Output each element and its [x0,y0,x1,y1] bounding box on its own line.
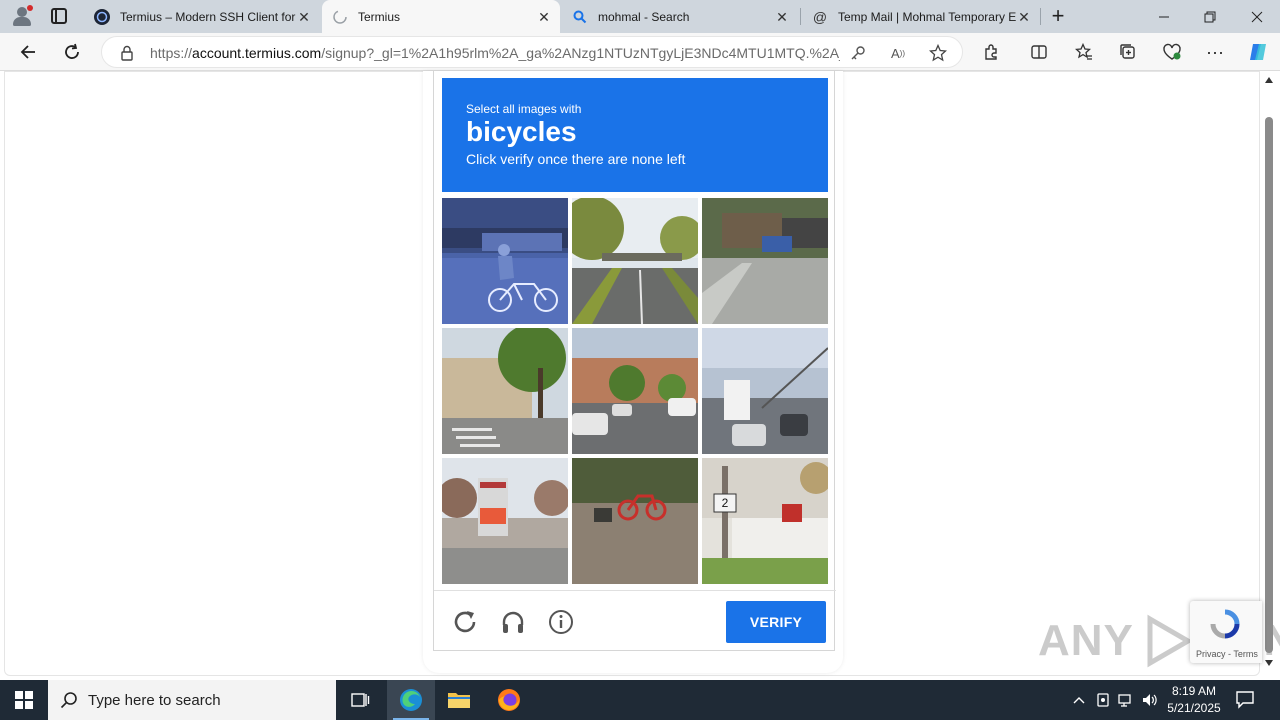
page-viewport: Select all images with bicycles Click ve… [0,71,1280,680]
play-logo-icon [1147,614,1193,668]
security-icon[interactable] [1094,691,1112,709]
recaptcha-terms[interactable]: Privacy - Terms [1196,649,1258,659]
instruction-small: Select all images with [466,102,582,116]
close-window-icon[interactable] [1234,0,1280,33]
key-icon[interactable] [849,44,867,62]
tab-temp-mail[interactable]: @ Temp Mail | Mohmal Temporary E ✕ [802,0,1040,33]
extensions-icon[interactable] [978,39,1004,65]
loading-icon [332,9,348,25]
captcha-tile-highway-truck[interactable] [702,328,828,454]
captcha-tile-railing-bridge[interactable]: 2 [702,458,828,584]
restore-icon[interactable] [1187,0,1233,33]
edge-taskbar-icon[interactable] [387,680,435,720]
url-text[interactable]: https://account.termius.com/signup?_gl=1… [150,45,840,61]
captcha-tile-parking-lot[interactable] [572,328,698,454]
captcha-tile-shanty-street[interactable] [702,198,828,324]
captcha-tile-cyclist[interactable] [442,198,568,324]
image-grid: 2 [442,198,828,584]
close-tab-icon[interactable]: ✕ [1016,9,1032,25]
favorites-icon[interactable] [1071,39,1097,65]
windows-start-icon[interactable] [0,680,48,720]
volume-icon[interactable] [1141,691,1159,709]
refresh-icon[interactable] [59,39,85,65]
windows-taskbar: Type here to search 8:19 AM 5/21/2025 [0,680,1280,720]
clock-time: 8:19 AM [1171,684,1217,698]
tab-termius-signup[interactable]: Termius ✕ [322,0,560,33]
url-prefix: https:// [150,45,193,61]
taskbar-search[interactable]: Type here to search [48,680,336,720]
favorite-star-icon[interactable] [929,44,947,62]
refresh-challenge-icon[interactable] [451,608,479,636]
show-hidden-icons-icon[interactable] [1070,691,1088,709]
termius-icon [94,8,110,25]
tab-termius-home[interactable]: Termius – Modern SSH Client for ✕ [84,0,320,33]
file-explorer-icon[interactable] [435,680,483,720]
recaptcha-badge[interactable]: Privacy - Terms [1190,601,1262,663]
read-aloud-icon[interactable]: A)) [889,44,907,62]
url-path: /signup?_gl=1%2A1h95rlm%2A_ga%2ANzg1NTUz… [321,45,840,61]
search-icon [60,692,77,709]
close-tab-icon[interactable]: ✕ [774,9,790,25]
captcha-tile-bridge-road[interactable] [572,198,698,324]
svg-text:2: 2 [722,496,729,510]
url-host: account.termius.com [192,45,322,61]
search-placeholder: Type here to search [88,691,221,709]
more-menu-icon[interactable]: ··· [1202,39,1228,65]
captcha-tile-red-bicycles[interactable] [572,458,698,584]
captcha-tile-bus-stop[interactable] [442,458,568,584]
captcha-tile-tree-crosswalk[interactable] [442,328,568,454]
scroll-up-arrow-icon[interactable] [1265,77,1273,83]
system-clock[interactable]: 8:19 AM 5/21/2025 [1162,683,1226,717]
info-icon[interactable] [547,608,575,636]
collections-icon[interactable] [1115,39,1141,65]
browser-essentials-icon[interactable] [1159,39,1185,65]
captcha-footer: VERIFY [434,590,836,651]
challenge-header: Select all images with bicycles Click ve… [442,78,828,192]
copilot-icon[interactable] [1245,39,1271,65]
minimize-icon[interactable] [1141,0,1187,33]
verify-button[interactable]: VERIFY [726,601,826,643]
split-screen-icon[interactable] [1026,39,1052,65]
page-scrollbar[interactable] [1262,71,1276,671]
scroll-thumb[interactable] [1265,117,1273,653]
firefox-icon[interactable] [485,680,533,720]
tab-title: mohmal - Search [598,9,690,24]
back-icon[interactable] [15,39,41,65]
tab-title: Termius [358,9,401,24]
close-tab-icon[interactable]: ✕ [296,9,312,25]
new-tab-icon[interactable]: + [1048,5,1068,27]
close-tab-icon[interactable]: ✕ [536,9,552,25]
profile-avatar-icon[interactable] [10,5,34,29]
audio-challenge-icon[interactable] [499,608,527,636]
search-icon [572,9,588,25]
lock-icon[interactable] [120,45,134,61]
clock-date: 5/21/2025 [1167,701,1221,715]
recaptcha-logo-icon [1210,609,1240,639]
tab-title: Temp Mail | Mohmal Temporary E [838,9,1016,24]
task-view-icon[interactable] [336,680,384,720]
captcha-challenge: Select all images with bicycles Click ve… [433,71,836,651]
tab-strip: Termius – Modern SSH Client for ✕ Termiu… [0,0,1280,33]
tab-actions-icon[interactable] [51,8,67,24]
watermark-left: ANY [1038,616,1134,665]
notification-icon[interactable] [1234,688,1260,712]
tab-title: Termius – Modern SSH Client for [120,9,296,24]
browser-toolbar: https://account.termius.com/signup?_gl=1… [0,33,1280,71]
address-bar[interactable]: https://account.termius.com/signup?_gl=1… [101,36,963,68]
network-icon[interactable] [1117,691,1135,709]
tab-mohmal-search[interactable]: mohmal - Search ✕ [562,0,798,33]
instruction-target: bicycles [466,116,577,147]
at-icon: @ [812,8,828,25]
instruction-sub: Click verify once there are none left [466,151,686,167]
